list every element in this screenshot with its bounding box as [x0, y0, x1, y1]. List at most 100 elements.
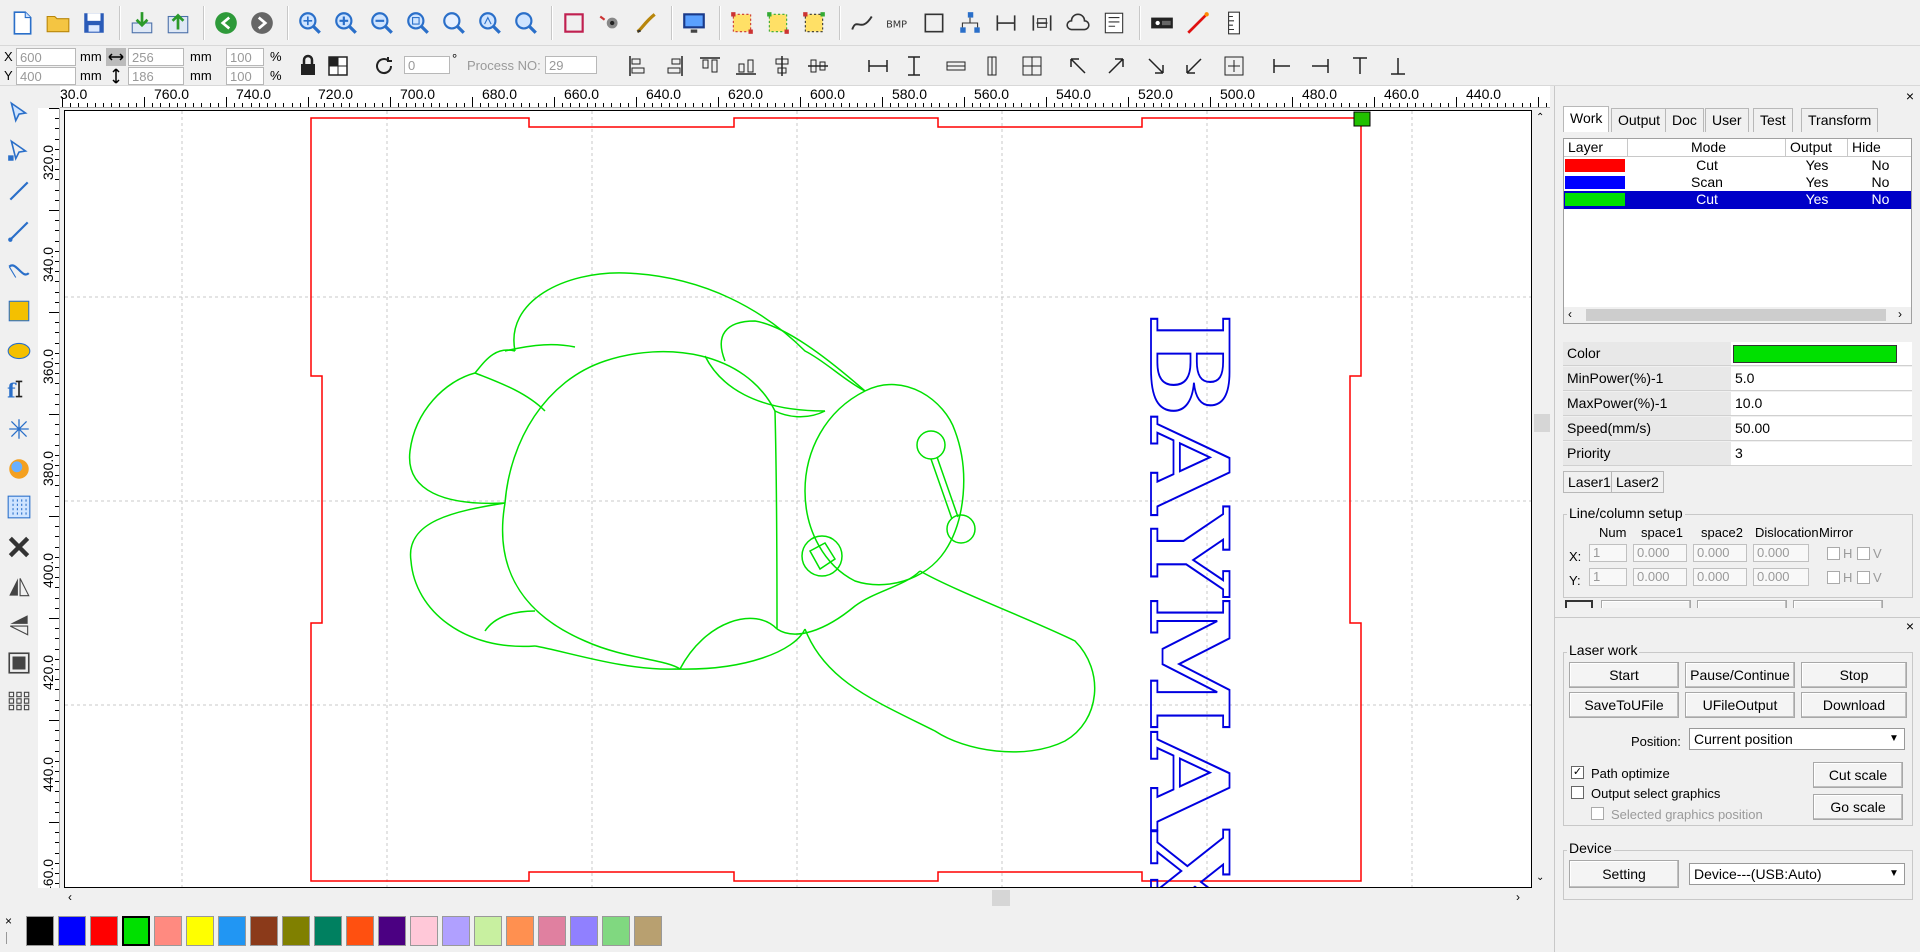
palette-swatch[interactable]	[602, 916, 630, 946]
position-select[interactable]: Current position ▼	[1689, 728, 1905, 750]
layer-color-swatch[interactable]	[1733, 345, 1897, 363]
table-row[interactable]: Cut Yes No	[1564, 191, 1911, 209]
panel-close-icon[interactable]: ×	[1906, 88, 1914, 104]
height-field[interactable]: 186	[128, 67, 184, 85]
laser-beam-button[interactable]	[1182, 6, 1214, 40]
delete-tool-button[interactable]	[4, 532, 34, 562]
tab-transform[interactable]: Transform	[1801, 108, 1879, 132]
device-select[interactable]: Device---(USB:Auto) ▼	[1689, 863, 1905, 885]
process-number-field[interactable]: 29	[545, 56, 597, 74]
mirror-y-v-checkbox[interactable]	[1857, 571, 1870, 584]
edit-node-button[interactable]	[630, 6, 662, 40]
palette-swatch[interactable]	[378, 916, 406, 946]
zoom-in-button[interactable]	[330, 6, 362, 40]
move-right-button[interactable]	[1304, 50, 1336, 82]
move-bottom-right-button[interactable]	[1140, 50, 1172, 82]
h-distribute-button[interactable]	[940, 50, 972, 82]
size-grid-button[interactable]	[322, 50, 354, 82]
align-hcenter-button[interactable]	[766, 50, 798, 82]
polyline-tool-button[interactable]	[4, 216, 34, 246]
palette-swatch[interactable]	[506, 916, 534, 946]
ruler-button[interactable]	[1218, 6, 1250, 40]
offset-tool-button[interactable]	[4, 648, 34, 678]
same-size-button[interactable]	[1016, 50, 1048, 82]
group-button[interactable]	[762, 6, 794, 40]
rotate-angle-field[interactable]: 0	[404, 56, 450, 74]
save-file-button[interactable]	[78, 6, 110, 40]
rectangle-tool-left-button[interactable]	[4, 296, 34, 326]
palette-swatch[interactable]	[282, 916, 310, 946]
y-position-field[interactable]: 400	[16, 67, 76, 85]
zoom-out-button[interactable]	[366, 6, 398, 40]
width-percent-field[interactable]: 100	[226, 48, 264, 66]
array-y-dislocation[interactable]: 0.000	[1753, 568, 1809, 586]
zoom-data-button[interactable]	[474, 6, 506, 40]
bitmap-button[interactable]: BMP	[882, 6, 914, 40]
palette-swatch[interactable]	[314, 916, 342, 946]
save-to-ufile-button[interactable]: SaveToUFile	[1569, 692, 1679, 718]
table-row[interactable]: Cut Yes No	[1564, 157, 1911, 175]
palette-swatch[interactable]	[154, 916, 182, 946]
device-setting-button[interactable]: Setting	[1569, 860, 1679, 888]
array-x-num[interactable]: 1	[1589, 544, 1627, 562]
palette-close-icon[interactable]: ×	[5, 914, 12, 928]
align-left-button[interactable]	[622, 50, 654, 82]
preview-button[interactable]	[678, 6, 710, 40]
align-right-button[interactable]	[658, 50, 690, 82]
array-x-space1[interactable]: 0.000	[1633, 544, 1687, 562]
prop-maxpower-value[interactable]: 10.0	[1731, 392, 1912, 416]
tab-laser1[interactable]: Laser1	[1563, 471, 1616, 493]
palette-swatch[interactable]	[250, 916, 278, 946]
new-file-button[interactable]	[6, 6, 38, 40]
star-tool-button[interactable]	[4, 414, 34, 444]
move-top-left-button[interactable]	[1062, 50, 1094, 82]
virtual-array-button[interactable]: Virtual array	[1601, 600, 1691, 608]
mirror-x-v-checkbox[interactable]	[1857, 547, 1870, 560]
x-position-field[interactable]: 600	[16, 48, 76, 66]
same-height-button[interactable]	[898, 50, 930, 82]
array-tool-button[interactable]	[4, 686, 34, 716]
dot-matrix-tool-button[interactable]	[4, 492, 34, 522]
vertical-scrollbar[interactable]: ⌃ ⌄	[1532, 110, 1552, 888]
palette-swatch[interactable]	[538, 916, 566, 946]
redo-button[interactable]	[246, 6, 278, 40]
horizontal-scroll-thumb[interactable]	[992, 890, 1010, 906]
width-field[interactable]: 256	[128, 48, 184, 66]
pause-continue-button[interactable]: Pause/Continue	[1685, 662, 1795, 688]
palette-swatch[interactable]	[634, 916, 662, 946]
align-vcenter-button[interactable]	[802, 50, 834, 82]
tab-user[interactable]: User	[1705, 108, 1749, 132]
text-tool-button[interactable]: f	[4, 374, 34, 404]
import-button[interactable]	[126, 6, 158, 40]
table-row[interactable]: Scan Yes No	[1564, 174, 1911, 192]
panel-splitter[interactable]	[1555, 608, 1920, 618]
nesting-button[interactable]: Nesting	[1793, 600, 1883, 608]
zoom-select-button[interactable]	[438, 6, 470, 40]
array-y-space1[interactable]: 0.000	[1633, 568, 1687, 586]
height-percent-field[interactable]: 100	[226, 67, 264, 85]
horizontal-scrollbar[interactable]: ‹ ›	[64, 888, 1532, 908]
laser-machine-button[interactable]	[1146, 6, 1178, 40]
drawing-canvas[interactable]: BAYMAX	[64, 110, 1532, 888]
tab-work[interactable]: Work	[1563, 106, 1610, 132]
export-button[interactable]	[162, 6, 194, 40]
move-center-button[interactable]	[1218, 50, 1250, 82]
path-optimize-checkbox[interactable]: ✓	[1571, 766, 1584, 779]
align-top-button[interactable]	[694, 50, 726, 82]
bitmap-tool-button[interactable]	[4, 454, 34, 484]
prop-minpower-value[interactable]: 5.0	[1731, 367, 1912, 391]
open-file-button[interactable]	[42, 6, 74, 40]
move-top-right-button[interactable]	[1100, 50, 1132, 82]
array-y-space2[interactable]: 0.000	[1693, 568, 1747, 586]
cut-scale-button[interactable]: Cut scale	[1813, 762, 1903, 788]
cloud-button[interactable]	[1062, 6, 1094, 40]
tab-test[interactable]: Test	[1753, 108, 1793, 132]
node-edit-tool-button[interactable]	[4, 136, 34, 166]
document-button[interactable]	[1098, 6, 1130, 40]
prop-color-value[interactable]	[1731, 342, 1912, 366]
palette-swatch[interactable]	[58, 916, 86, 946]
rectangle-tool-button[interactable]	[918, 6, 950, 40]
line-tool-button[interactable]	[4, 176, 34, 206]
mirror-x-h-checkbox[interactable]	[1827, 547, 1840, 560]
move-up-button[interactable]	[1344, 50, 1376, 82]
